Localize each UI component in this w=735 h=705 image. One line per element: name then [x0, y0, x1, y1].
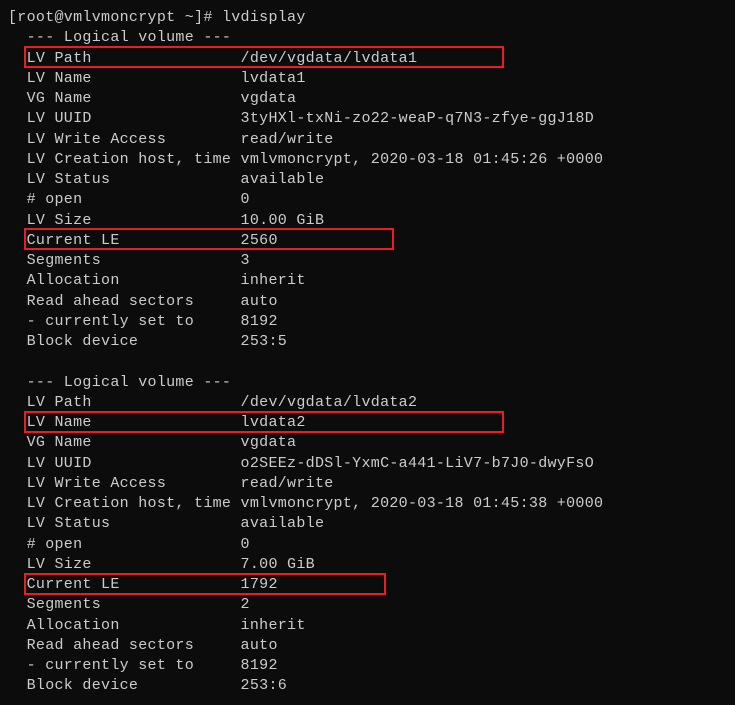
field-label: VG Name — [8, 434, 241, 451]
field-value: 0 — [241, 191, 250, 208]
field-value: 3 — [241, 252, 250, 269]
lv-write-access-row: LV Write Access read/write — [8, 130, 727, 150]
lv-uuid-row: LV UUID 3tyHXl-txNi-zo22-weaP-q7N3-zfye-… — [8, 109, 727, 129]
field-value: 253:5 — [241, 333, 288, 350]
blank-line — [8, 352, 727, 372]
field-label: LV Name — [8, 414, 241, 431]
field-value: 8192 — [241, 657, 278, 674]
field-label: Read ahead sectors — [8, 637, 241, 654]
field-value: 3tyHXl-txNi-zo22-weaP-q7N3-zfye-ggJ18D — [241, 110, 594, 127]
read-ahead-row: Read ahead sectors auto — [8, 636, 727, 656]
field-label: Segments — [8, 596, 241, 613]
field-label: Block device — [8, 677, 241, 694]
segments-row: Segments 2 — [8, 595, 727, 615]
field-value: /dev/vgdata/lvdata2 — [241, 394, 418, 411]
field-label: Read ahead sectors — [8, 293, 241, 310]
field-label: # open — [8, 191, 241, 208]
field-value: lvdata1 — [241, 70, 306, 87]
lv-path-row: LV Path /dev/vgdata/lvdata1 — [8, 49, 727, 69]
field-value: inherit — [241, 617, 306, 634]
field-label: LV Name — [8, 70, 241, 87]
terminal-output: [root@vmlvmoncrypt ~]# lvdisplay --- Log… — [8, 8, 727, 697]
vg-name-row: VG Name vgdata — [8, 89, 727, 109]
lv-header: --- Logical volume --- — [8, 28, 727, 48]
lv-size-row: LV Size 7.00 GiB — [8, 555, 727, 575]
field-value: 0 — [241, 536, 250, 553]
lv-header: --- Logical volume --- — [8, 373, 727, 393]
field-label: Allocation — [8, 617, 241, 634]
field-value: 7.00 GiB — [241, 556, 315, 573]
open-row: # open 0 — [8, 190, 727, 210]
field-label: # open — [8, 536, 241, 553]
field-value: vmlvmoncrypt, 2020-03-18 01:45:26 +0000 — [241, 151, 604, 168]
field-label: LV Status — [8, 515, 241, 532]
field-label: LV Creation host, time — [8, 151, 241, 168]
field-value: available — [241, 171, 325, 188]
lv-creation-row: LV Creation host, time vmlvmoncrypt, 202… — [8, 494, 727, 514]
allocation-row: Allocation inherit — [8, 271, 727, 291]
shell-prompt: [root@vmlvmoncrypt ~]# — [8, 9, 222, 26]
field-value: vmlvmoncrypt, 2020-03-18 01:45:38 +0000 — [241, 495, 604, 512]
field-label: LV Path — [8, 394, 241, 411]
field-value: auto — [241, 637, 278, 654]
field-value: 253:6 — [241, 677, 288, 694]
lv-uuid-row: LV UUID o2SEEz-dDSl-YxmC-a441-LiV7-b7J0-… — [8, 454, 727, 474]
field-value: /dev/vgdata/lvdata1 — [241, 50, 418, 67]
field-label: Current LE — [8, 232, 241, 249]
lv-path-row: LV Path /dev/vgdata/lvdata2 — [8, 393, 727, 413]
field-value: available — [241, 515, 325, 532]
lv-creation-row: LV Creation host, time vmlvmoncrypt, 202… — [8, 150, 727, 170]
field-label: LV UUID — [8, 110, 241, 127]
prompt-line: [root@vmlvmoncrypt ~]# lvdisplay — [8, 8, 727, 28]
field-label: Current LE — [8, 576, 241, 593]
field-value: auto — [241, 293, 278, 310]
field-value: read/write — [241, 131, 334, 148]
field-value: 8192 — [241, 313, 278, 330]
lv-status-row: LV Status available — [8, 514, 727, 534]
field-label: LV Path — [8, 50, 241, 67]
field-label: VG Name — [8, 90, 241, 107]
field-label: LV UUID — [8, 455, 241, 472]
lv-size-row: LV Size 10.00 GiB — [8, 211, 727, 231]
field-value: o2SEEz-dDSl-YxmC-a441-LiV7-b7J0-dwyFsO — [241, 455, 594, 472]
field-label: Allocation — [8, 272, 241, 289]
field-value: vgdata — [241, 90, 297, 107]
field-value: read/write — [241, 475, 334, 492]
field-label: - currently set to — [8, 313, 241, 330]
field-label: LV Size — [8, 556, 241, 573]
field-label: LV Status — [8, 171, 241, 188]
lv-status-row: LV Status available — [8, 170, 727, 190]
read-ahead-row: Read ahead sectors auto — [8, 292, 727, 312]
field-label: LV Size — [8, 212, 241, 229]
block-device-row: Block device 253:6 — [8, 676, 727, 696]
field-label: Segments — [8, 252, 241, 269]
field-label: Block device — [8, 333, 241, 350]
lv-name-row: LV Name lvdata2 — [8, 413, 727, 433]
current-le-row: Current LE 2560 — [8, 231, 727, 251]
current-le-row: Current LE 1792 — [8, 575, 727, 595]
field-label: - currently set to — [8, 657, 241, 674]
field-value: vgdata — [241, 434, 297, 451]
lv-write-access-row: LV Write Access read/write — [8, 474, 727, 494]
field-label: LV Creation host, time — [8, 495, 241, 512]
currently-set-row: - currently set to 8192 — [8, 656, 727, 676]
vg-name-row: VG Name vgdata — [8, 433, 727, 453]
field-label: LV Write Access — [8, 475, 241, 492]
field-value: 2560 — [241, 232, 278, 249]
currently-set-row: - currently set to 8192 — [8, 312, 727, 332]
field-value: 2 — [241, 596, 250, 613]
field-label: LV Write Access — [8, 131, 241, 148]
segments-row: Segments 3 — [8, 251, 727, 271]
field-value: 10.00 GiB — [241, 212, 325, 229]
open-row: # open 0 — [8, 535, 727, 555]
command: lvdisplay — [222, 9, 306, 26]
field-value: lvdata2 — [241, 414, 306, 431]
lv-name-row: LV Name lvdata1 — [8, 69, 727, 89]
block-device-row: Block device 253:5 — [8, 332, 727, 352]
field-value: inherit — [241, 272, 306, 289]
allocation-row: Allocation inherit — [8, 616, 727, 636]
field-value: 1792 — [241, 576, 278, 593]
